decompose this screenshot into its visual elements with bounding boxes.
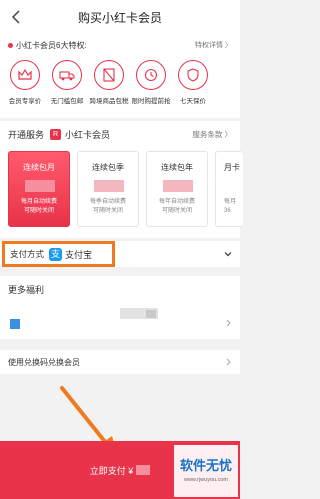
privileges-card: 小红卡会员6大特权: 特权详情 〉 会员专享价 无门槛包邮 跨境商品包税 限时购… <box>0 34 240 118</box>
top-bar: 购买小红卡会员 <box>0 0 240 34</box>
privilege-label: 七天保价 <box>180 98 206 105</box>
plan-desc: 可随时关闭 <box>161 208 192 214</box>
plan-option-monthly[interactable]: 连续包月 每月自动续费 可随时关闭 <box>8 151 70 227</box>
redeem-code-row[interactable]: 使用兑换码兑换会员 <box>0 350 240 374</box>
service-heading: 开通服务 <box>8 130 45 140</box>
page-title: 购买小红卡会员 <box>77 11 162 25</box>
blurred-text <box>146 310 156 318</box>
more-benefits-card[interactable]: 更多福利 <box>0 276 240 339</box>
privilege-label: 限时购提前抢 <box>131 98 171 105</box>
pay-amount-redacted <box>136 465 151 475</box>
plan-price-redacted <box>94 180 124 192</box>
chevron-right-icon <box>226 319 231 327</box>
plan-option-yearly[interactable]: 连续包年 每年自动续费 可随时关闭 <box>146 151 208 227</box>
privilege-item[interactable]: 会员专享价 <box>4 60 46 110</box>
more-benefits-title: 更多福利 <box>8 285 45 295</box>
watermark-title: 软件无忧 <box>179 458 232 473</box>
service-card: 开通服务 R 小红卡会员 服务条款 〉 连续包月 每月自动续费 可随时关闭 连续… <box>0 121 243 238</box>
plan-option-monthly-card[interactable]: 月卡 每月 36 <box>215 151 243 227</box>
payment-method-row[interactable]: 支付方式 支 支付宝 <box>0 241 240 267</box>
plan-price-redacted <box>163 180 193 192</box>
pay-now-label: 立即支付 ¥ <box>89 465 134 476</box>
plan-name: 连续包年 <box>161 163 193 172</box>
plan-desc: 每年自动续费 <box>158 199 195 205</box>
privilege-label: 跨境商品包税 <box>89 98 129 105</box>
checkout-bar: 立即支付 ¥ 软件无忧 www.rjwuyou.com <box>0 441 240 499</box>
privileges-row: 会员专享价 无门槛包邮 跨境商品包税 限时购提前抢 七天保价 <box>4 60 244 110</box>
privilege-label: 会员专享价 <box>8 98 42 105</box>
chevron-down-icon[interactable] <box>224 250 232 258</box>
privileges-heading: 小红卡会员6大特权: <box>16 41 87 50</box>
privilege-item[interactable]: 七天保价 <box>172 60 214 110</box>
payment-method-label: 支付方式 <box>10 249 45 259</box>
privilege-label: 无门槛包邮 <box>50 98 84 105</box>
privilege-item[interactable]: 无门槛包邮 <box>46 60 88 110</box>
plan-list: 连续包月 每月自动续费 可随时关闭 连续包季 每季自动续费 可随时关闭 连续包年… <box>8 151 243 231</box>
plan-name: 连续包季 <box>92 163 124 172</box>
chevron-right-icon <box>226 358 231 366</box>
clock-icon <box>136 60 166 90</box>
plan-desc: 可随时关闭 <box>92 208 123 214</box>
redbook-badge-icon: R <box>50 129 62 140</box>
plan-option-quarterly[interactable]: 连续包季 每季自动续费 可随时关闭 <box>77 151 139 227</box>
service-terms-link[interactable]: 服务条款 〉 <box>192 129 232 140</box>
redeem-code-label: 使用兑换码兑换会员 <box>8 358 80 367</box>
delivery-truck-icon <box>52 60 82 90</box>
plan-desc: 36 <box>224 208 231 214</box>
blurred-image <box>10 319 20 329</box>
plan-desc: 每月自动续费 <box>20 199 57 205</box>
payment-method-name: 支付宝 <box>65 249 93 260</box>
red-dot-icon <box>8 43 13 48</box>
plan-name: 连续包月 <box>23 163 55 172</box>
privileges-detail-link[interactable]: 特权详情 〉 <box>195 40 232 50</box>
payment-method-highlight: 支付方式 支 支付宝 <box>2 241 115 267</box>
service-card-name: 小红卡会员 <box>65 130 111 140</box>
privilege-item[interactable]: 跨境商品包税 <box>88 60 130 110</box>
price-protect-icon <box>178 60 208 90</box>
plan-desc: 每月 <box>224 199 237 205</box>
watermark: 软件无忧 www.rjwuyou.com <box>174 445 238 497</box>
no-tax-icon <box>94 60 124 90</box>
watermark-url: www.rjwuyou.com <box>183 477 228 483</box>
privilege-item[interactable]: 限时购提前抢 <box>130 60 172 110</box>
plan-price-redacted <box>25 180 55 192</box>
plan-name: 月卡 <box>224 163 240 172</box>
plan-desc: 可随时关闭 <box>23 208 54 214</box>
crown-icon <box>10 60 40 90</box>
alipay-icon: 支 <box>49 247 63 261</box>
plan-desc: 每季自动续费 <box>89 199 126 205</box>
